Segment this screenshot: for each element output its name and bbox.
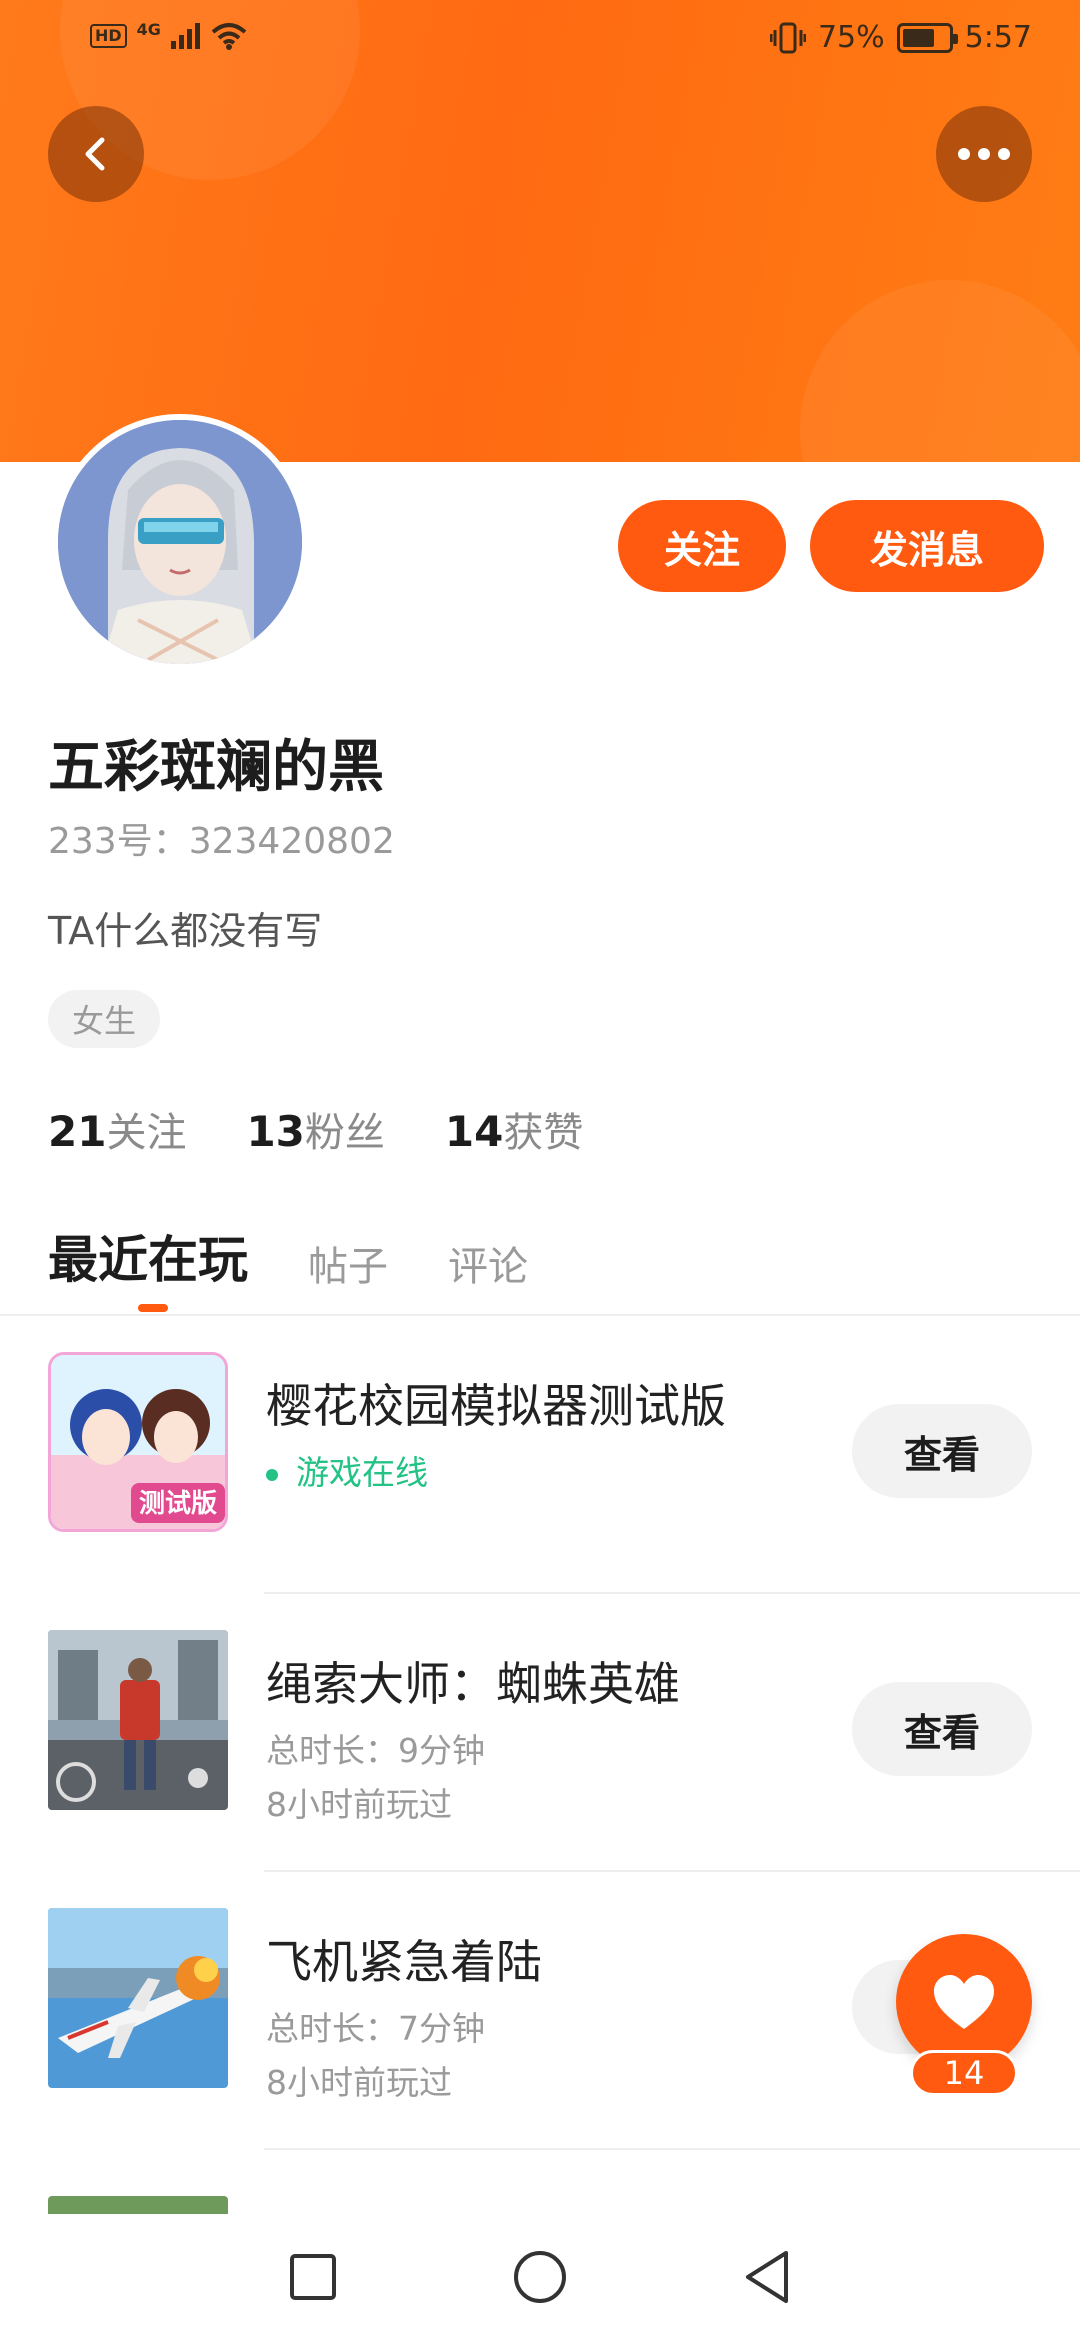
active-tab-indicator: [138, 1304, 168, 1312]
chevron-left-icon: [85, 137, 105, 171]
likes-label: 获赞: [503, 1110, 584, 1156]
gender-tag: 女生: [48, 990, 161, 1048]
following-label: 关注: [106, 1110, 187, 1156]
game-icon: [48, 1908, 228, 2088]
online-status-text: 游戏在线: [296, 1453, 428, 1492]
follow-button[interactable]: 关注: [618, 500, 786, 592]
game-last-played: 8小时前玩过: [266, 1785, 452, 1824]
profile-tabs: 最近在玩 帖子 评论: [48, 1220, 528, 1292]
more-dots-icon: [998, 148, 1010, 160]
game-icon: [48, 2196, 228, 2214]
vibrate-icon: [769, 22, 806, 53]
tab-comments[interactable]: 评论: [448, 1234, 528, 1292]
profile-stats: 21关注 13粉丝 14获赞: [48, 1100, 583, 1158]
list-item[interactable]: 绳索大师：蜘蛛英雄 总时长：9分钟 8小时前玩过 查看: [0, 1594, 1080, 1872]
following-stat[interactable]: 21关注: [48, 1100, 186, 1158]
username: 五彩斑斓的黑: [48, 735, 384, 800]
status-right: 75% 5:57: [769, 20, 1032, 55]
following-count: 21: [48, 1107, 107, 1156]
followers-stat[interactable]: 13粉丝: [246, 1100, 384, 1158]
status-bar: HD 4G 75% 5:57: [0, 0, 1080, 80]
battery-icon: [896, 22, 958, 53]
view-game-button[interactable]: 查看: [852, 1404, 1032, 1498]
followers-label: 粉丝: [304, 1110, 385, 1156]
status-left: HD 4G: [90, 19, 247, 50]
system-nav-bar: [0, 2214, 1080, 2340]
more-dots-icon: [978, 148, 990, 160]
followers-count: 13: [246, 1107, 305, 1156]
svg-text:测试版: 测试版: [139, 1489, 217, 1519]
home-button[interactable]: [500, 2237, 580, 2317]
banner-decoration: [800, 280, 1080, 462]
user-id: 233号：323420802: [48, 821, 395, 862]
avatar[interactable]: [52, 414, 308, 670]
game-name: 樱花校园模拟器测试版: [266, 1379, 726, 1433]
game-icon: [48, 1630, 228, 1810]
hd-icon: HD: [90, 24, 127, 48]
heart-icon: [934, 1975, 994, 2029]
circle-icon: [513, 2251, 566, 2303]
view-game-button[interactable]: 查看: [852, 1682, 1032, 1776]
avatar-image: [58, 420, 302, 664]
game-total-time: 总时长：7分钟: [266, 2009, 485, 2048]
signal-icon: [170, 23, 200, 49]
battery-percent: 75%: [817, 20, 885, 55]
wifi-icon: [211, 23, 247, 50]
back-button[interactable]: [48, 106, 144, 202]
more-dots-icon: [958, 148, 970, 160]
game-total-time: 总时长：9分钟: [266, 1731, 485, 1770]
likes-stat[interactable]: 14获赞: [445, 1100, 583, 1158]
game-name: 飞机紧急着陆: [266, 1935, 542, 1989]
network-type: 4G: [136, 19, 161, 39]
bio-text: TA什么都没有写: [48, 909, 323, 953]
send-message-button[interactable]: 发消息: [810, 500, 1044, 592]
tab-posts[interactable]: 帖子: [308, 1234, 388, 1292]
clock: 5:57: [964, 20, 1032, 55]
game-icon: 测试版: [48, 1352, 228, 1532]
like-count-badge: 14: [910, 2050, 1018, 2096]
recent-apps-button[interactable]: [273, 2237, 353, 2317]
back-nav-button[interactable]: [727, 2237, 807, 2317]
online-dot-icon: [266, 1468, 278, 1481]
list-item[interactable]: 测试版 樱花校园模拟器测试版 游戏在线 查看: [0, 1316, 1080, 1594]
profile-header-banner: HD 4G 75% 5:57: [0, 0, 1080, 462]
game-name: 绳索大师：蜘蛛英雄: [266, 1657, 680, 1711]
game-last-played: 8小时前玩过: [266, 2063, 452, 2102]
list-item[interactable]: [0, 2150, 1080, 2214]
square-icon: [290, 2254, 337, 2300]
more-options-button[interactable]: [936, 106, 1032, 202]
triangle-back-icon: [745, 2251, 788, 2303]
tab-recently-played[interactable]: 最近在玩: [48, 1220, 248, 1292]
game-online-status: 游戏在线: [266, 1446, 428, 1494]
likes-count: 14: [444, 1107, 504, 1156]
